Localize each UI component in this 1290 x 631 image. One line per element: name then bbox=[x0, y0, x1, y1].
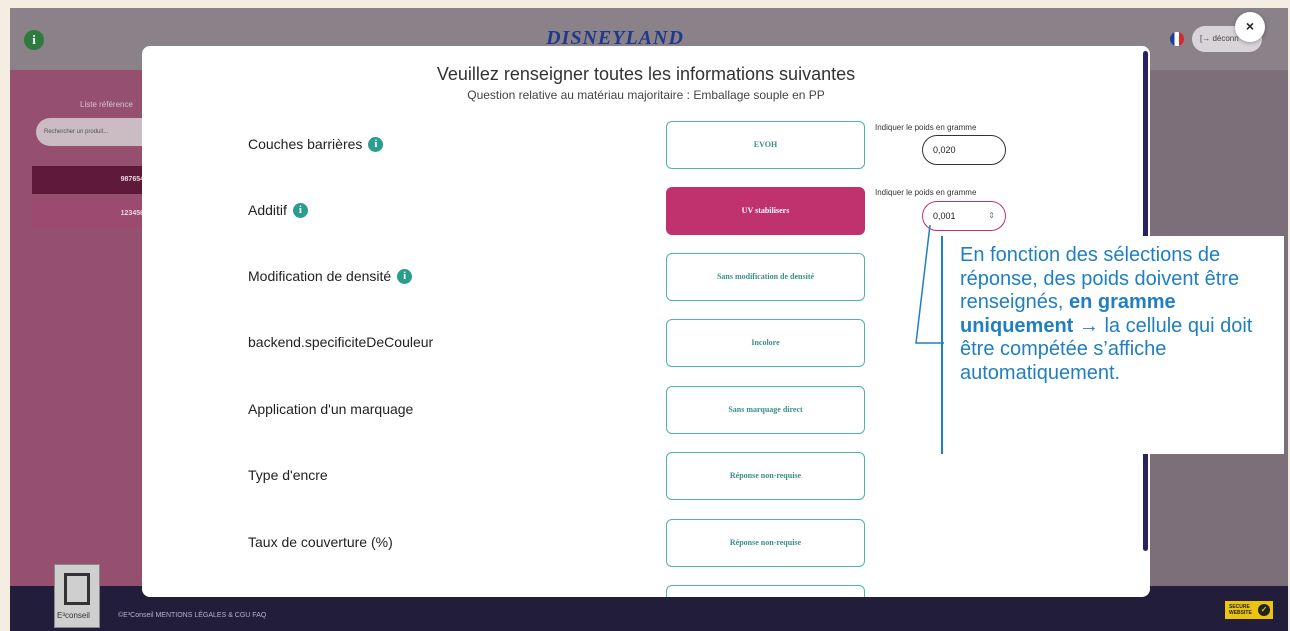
secure-website-badge: SECURE WEBSITE ✓ bbox=[1225, 601, 1273, 619]
question-label-text: Additif bbox=[248, 202, 287, 218]
question-label: backend.specificiteDeCouleur bbox=[248, 334, 433, 350]
weight-label: Indiquer le poids en gramme bbox=[875, 188, 977, 197]
econseil-logo-text: E³conseil bbox=[57, 611, 90, 620]
answer-button[interactable] bbox=[666, 585, 865, 597]
info-icon[interactable]: i bbox=[397, 268, 413, 284]
question-label: Taux de couverture (%) bbox=[248, 534, 393, 550]
weight-input[interactable]: 0,020 bbox=[922, 135, 1006, 165]
callout-bracket-line bbox=[941, 236, 943, 454]
question-row: Taux de couverture (%) Réponse non-requi… bbox=[142, 519, 1150, 569]
question-label: Modification de densité i bbox=[248, 268, 413, 284]
secure-badge-text: SECURE WEBSITE bbox=[1229, 604, 1252, 616]
question-label-text: Couches barrières bbox=[248, 136, 363, 152]
sidebar-title: Liste référence bbox=[80, 100, 133, 109]
answer-button[interactable]: Réponse non-requise bbox=[666, 519, 865, 567]
annotation-callout: En fonction des sélections de réponse, d… bbox=[944, 236, 1284, 454]
question-label-text: Taux de couverture (%) bbox=[248, 534, 393, 550]
question-label-text: Application d'un marquage bbox=[248, 401, 414, 417]
answer-button[interactable]: Incolore bbox=[666, 319, 865, 367]
french-flag-icon[interactable] bbox=[1170, 32, 1184, 46]
question-label: Additif i bbox=[248, 202, 308, 218]
question-label-text: Modification de densité bbox=[248, 268, 392, 284]
answer-button[interactable]: Sans modification de densité bbox=[666, 253, 865, 301]
answer-button[interactable]: Réponse non-requise bbox=[666, 452, 865, 500]
sidebar-item-ref[interactable]: 987654 bbox=[32, 166, 150, 194]
sidebar: Liste référence Rechercher un produit...… bbox=[10, 70, 150, 610]
close-modal-button[interactable]: × bbox=[1235, 12, 1265, 42]
callout-text: En fonction des sélections de réponse, d… bbox=[960, 244, 1280, 385]
question-row: Type d'encre Réponse non-requise bbox=[142, 452, 1150, 502]
question-label-text: backend.specificiteDeCouleur bbox=[248, 334, 434, 350]
footer-links[interactable]: ©E³Conseil MENTIONS LÉGALES & CGU FAQ bbox=[118, 612, 266, 619]
answer-button-selected[interactable]: UV stabilisers bbox=[666, 187, 865, 235]
sidebar-item-ref[interactable]: 123456 bbox=[32, 200, 150, 228]
question-label-text: Type d'encre bbox=[248, 467, 328, 483]
modal-title: Veuillez renseigner toutes les informati… bbox=[436, 64, 856, 84]
weight-label: Indiquer le poids en gramme bbox=[875, 123, 977, 132]
question-label: Couches barrières i bbox=[248, 136, 384, 152]
info-icon[interactable]: i bbox=[24, 30, 44, 50]
question-label: Application d'un marquage bbox=[248, 401, 413, 417]
econseil-logo-mark bbox=[64, 573, 90, 605]
question-label: Type d'encre bbox=[248, 467, 328, 483]
modal-subtitle: Question relative au matériau majoritair… bbox=[467, 88, 825, 102]
info-icon[interactable]: i bbox=[292, 202, 308, 218]
econseil-logo: E³conseil bbox=[54, 564, 100, 628]
spinner-arrows-icon[interactable]: ⇕ bbox=[988, 202, 995, 230]
weight-input-value: 0,020 bbox=[933, 145, 956, 155]
answer-button[interactable]: Sans marquage direct bbox=[666, 386, 865, 434]
weight-input-value: 0,001 bbox=[933, 211, 956, 221]
info-icon[interactable]: i bbox=[368, 136, 384, 152]
check-icon: ✓ bbox=[1258, 604, 1270, 616]
answer-button[interactable]: EVOH bbox=[666, 121, 865, 169]
question-row bbox=[142, 585, 1150, 597]
product-search-input[interactable]: Rechercher un produit... bbox=[36, 118, 150, 146]
